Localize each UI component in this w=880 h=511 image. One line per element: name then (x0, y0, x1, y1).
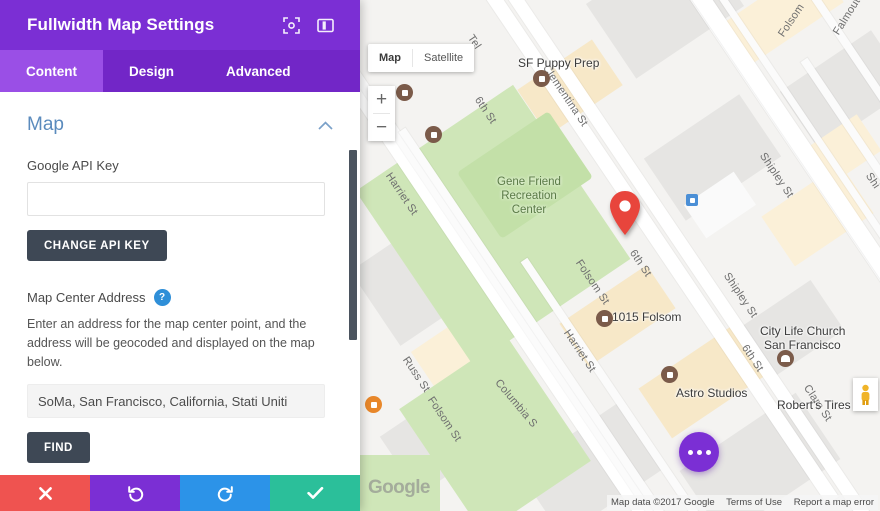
panel-body: Map Google API Key CHANGE API KEY Map Ce… (0, 92, 360, 475)
park-label-line: Center (493, 203, 565, 217)
poi-dot-transit[interactable] (686, 194, 698, 206)
section-title: Map (27, 114, 64, 136)
api-key-label: Google API Key (27, 158, 333, 173)
close-x-icon (38, 486, 53, 501)
redo-arrow-icon (217, 485, 234, 502)
map-center-label-text: Map Center Address (27, 290, 146, 305)
checkmark-icon (307, 486, 324, 500)
save-button[interactable] (270, 475, 360, 511)
options-fab[interactable] (679, 432, 719, 472)
poi-dot-city-life-church[interactable] (777, 350, 794, 367)
layout-toggle-icon[interactable] (312, 12, 338, 38)
map-center-address-label: Map Center Address ? (27, 289, 333, 306)
park-label-line: Gene Friend (493, 175, 565, 189)
poi-label: San Francisco (764, 338, 841, 352)
settings-tabs[interactable]: Content Design Advanced (0, 50, 360, 92)
poi-label: SF Puppy Prep (518, 56, 599, 70)
map-center-pin[interactable] (608, 190, 642, 236)
change-api-key-button[interactable]: CHANGE API KEY (27, 230, 167, 261)
poi-label: Astro Studios (676, 386, 747, 400)
park-label: Gene FriendRecreationCenter (493, 175, 565, 217)
tab-advanced[interactable]: Advanced (200, 50, 317, 92)
map-type-satellite-button[interactable]: Satellite (413, 44, 474, 72)
park-label-line: Recreation (493, 189, 565, 203)
settings-panel: Fullwidth Map Settings Content Design Ad… (0, 0, 360, 511)
poi-dot-sf-puppy-prep[interactable] (533, 70, 550, 87)
chevron-up-glyph (318, 121, 333, 130)
cancel-button[interactable] (0, 475, 90, 511)
find-button[interactable]: FIND (27, 432, 90, 463)
google-api-key-input[interactable] (27, 182, 325, 216)
focus-target-glyph (283, 17, 300, 34)
attrib-mapdata: Map data ©2017 Google (611, 497, 715, 508)
undo-button[interactable] (90, 475, 180, 511)
map-section-header[interactable]: Map (27, 114, 333, 136)
redo-button[interactable] (180, 475, 270, 511)
zoom-out-button[interactable]: − (368, 114, 395, 141)
tab-content[interactable]: Content (0, 50, 103, 92)
map-attribution: Map data ©2017 Google Terms of Use Repor… (607, 495, 878, 510)
page-title: Fullwidth Map Settings (27, 15, 270, 35)
zoom-in-button[interactable]: + (368, 86, 395, 113)
divi-map-module-settings-screen: FolsomFalmouth SClementina StTel6th St6t… (0, 0, 880, 511)
fab-dot-3 (706, 450, 711, 455)
map-center-help-text: Enter an address for the map center poin… (27, 315, 323, 372)
tab-design[interactable]: Design (103, 50, 200, 92)
poi-label: City Life Church (760, 324, 845, 338)
poi-dot-1015-folsom[interactable] (596, 310, 613, 327)
map-type-toggle[interactable]: Map Satellite (368, 44, 474, 72)
poi-label: 1015 Folsom (612, 310, 681, 324)
poi-dot-orange[interactable] (365, 396, 382, 413)
fab-dot-1 (688, 450, 693, 455)
map-center-address-input[interactable] (27, 384, 325, 418)
poi-label: Robert's Tires L (777, 398, 861, 412)
attrib-terms[interactable]: Terms of Use (726, 497, 782, 508)
poi-dot-astro-studios[interactable] (661, 366, 678, 383)
api-key-label-text: Google API Key (27, 158, 119, 173)
panel-scrollbar-thumb[interactable] (349, 150, 357, 340)
focus-target-icon[interactable] (278, 12, 304, 38)
attrib-report[interactable]: Report a map error (794, 497, 874, 508)
poi-dot-streetcars[interactable] (425, 126, 442, 143)
google-watermark: Google (368, 477, 430, 499)
fab-dot-2 (697, 450, 702, 455)
panel-scroll-content: Map Google API Key CHANGE API KEY Map Ce… (0, 92, 360, 475)
chevron-up-icon[interactable] (318, 118, 333, 133)
map-zoom-controls[interactable]: + − (368, 86, 395, 141)
street-view-pegman[interactable] (853, 378, 878, 411)
help-icon[interactable]: ? (154, 289, 171, 306)
panel-footer-actions[interactable] (0, 475, 360, 511)
map-type-map-button[interactable]: Map (368, 44, 412, 72)
pegman-icon (858, 384, 873, 406)
poi-dot-hostel[interactable] (396, 84, 413, 101)
panel-header: Fullwidth Map Settings (0, 0, 360, 50)
undo-arrow-icon (127, 485, 144, 502)
layout-toggle-glyph (317, 17, 334, 34)
